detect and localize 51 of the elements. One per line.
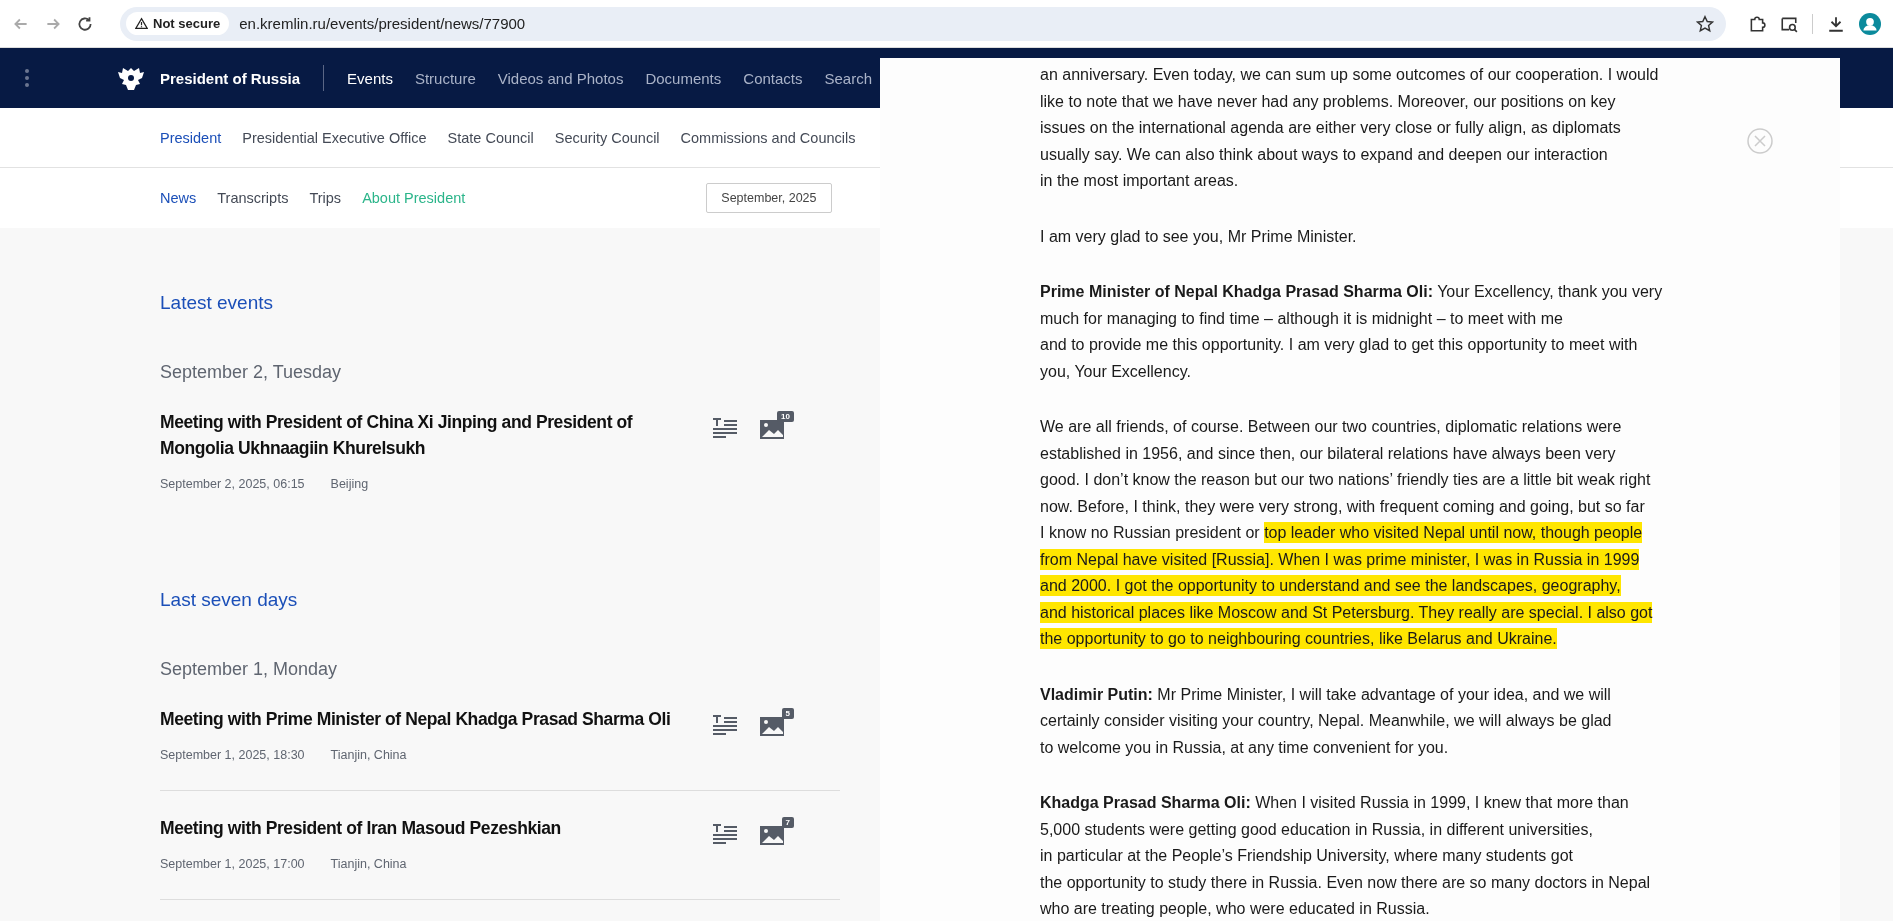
address-bar[interactable]: Not secure en.kremlin.ru/events/president/news/77900	[120, 6, 1726, 41]
event-title-link[interactable]: Meeting with President of China Xi Jinping and President of Mongolia Ukhnaagiin Khurelsukh	[160, 409, 700, 461]
nav-link[interactable]: Events	[347, 69, 393, 87]
category-tab[interactable]: News	[160, 190, 197, 206]
event-place: Tianjin, China	[330, 857, 407, 871]
transcript-icon[interactable]	[712, 714, 738, 736]
site-title[interactable]: President of Russia	[160, 69, 301, 87]
profile-avatar-icon[interactable]	[1859, 12, 1881, 35]
photo-count-badge: 7	[781, 817, 794, 828]
nav-link[interactable]: Documents	[645, 69, 722, 87]
event-time: September 1, 2025, 18:30	[160, 748, 305, 762]
month-picker[interactable]: September, 2025	[706, 183, 832, 213]
section-link[interactable]: Security Council	[554, 129, 660, 146]
warning-icon	[135, 17, 148, 30]
security-chip[interactable]: Not secure	[126, 12, 230, 35]
url-text: en.kremlin.ru/events/president/news/77900	[239, 15, 527, 32]
event-time: September 2, 2025, 06:15	[160, 477, 305, 491]
day-heading: September 1, Monday	[160, 659, 339, 680]
nav-link[interactable]: Search	[824, 69, 873, 87]
transcript-paragraph: Vladimir Putin: Mr Prime Minister, I will take advantage of your idea, and we will certainly consider visiting your country, Nepal. Meanwhile, we will always be glad to welcome you in Russia, at any time convenient for you.	[1040, 684, 1612, 758]
transcript-paragraph: Prime Minister of Nepal Khadga Prasad Sharma Oli: Your Excellency, thank you very much for managing to find time – although it is midnight – to meet with me and to provide me this opportunity. I am very glad to get this opportunity to meet with you, Your Excellency.	[1040, 282, 1663, 382]
transcript-icon[interactable]	[712, 417, 738, 439]
nav-link[interactable]: Structure	[414, 69, 476, 87]
section-link[interactable]: Commissions and Councils	[680, 129, 856, 146]
download-icon[interactable]	[1827, 14, 1845, 33]
reload-icon[interactable]	[76, 14, 94, 33]
event-time: September 1, 2025, 17:00	[160, 857, 305, 871]
section-link[interactable]: President	[160, 129, 222, 146]
photo-count-badge: 5	[781, 708, 794, 719]
security-label: Not secure	[153, 16, 221, 31]
transcript-icon[interactable]	[712, 823, 738, 845]
photo-count-badge: 10	[777, 411, 794, 422]
category-tab[interactable]: Transcripts	[217, 190, 289, 206]
section-link[interactable]: State Council	[447, 129, 534, 146]
event-place: Beijing	[330, 477, 369, 491]
menu-icon[interactable]	[24, 68, 30, 88]
section-link[interactable]: Presidential Executive Office	[242, 129, 427, 146]
nav-link[interactable]: Contacts	[743, 69, 803, 87]
category-tab[interactable]: Trips	[309, 190, 342, 206]
event-title-link[interactable]: Meeting with Prime Minister of Nepal Khadga Prasad Sharma Oli	[160, 706, 700, 732]
event-place: Tianjin, China	[330, 748, 407, 762]
transcript-paragraph: Khadga Prasad Sharma Oli: When I visited Russia in 1999, I knew that more than 5,000 students were getting good education in Russia, in different universities, in particular at the People’s Friendship University, where many students got the opportunity to study there in Russia. Even now there are so many doctors in Nepal who are treating people, who were educated in Russia.	[1040, 793, 1651, 919]
event-title-link[interactable]: Meeting with President of Iran Masoud Pezeshkian	[160, 815, 700, 841]
transcript-paragraph: an anniversary. Even today, we can sum up some outcomes of our cooperation. I would like to note that we have never had any problems. Moreover, our positions on key issues on the international agenda are either very close or fully align, as diplomats usually say. We can also think about ways to expand and deepen our interaction in the most important areas.	[1040, 65, 1659, 191]
puzzle-icon[interactable]	[1748, 14, 1766, 33]
transcript-paragraph: I am very glad to see you, Mr Prime Minister.	[1040, 226, 1357, 247]
bookmark-star-icon[interactable]	[1696, 14, 1714, 33]
day-heading: September 2, Tuesday	[160, 362, 343, 383]
section-heading: Latest events	[160, 292, 275, 314]
section-heading: Last seven days	[160, 589, 299, 611]
nav-link[interactable]: Videos and Photos	[497, 69, 624, 87]
